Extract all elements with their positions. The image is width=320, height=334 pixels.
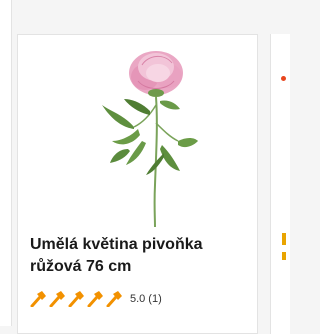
product-title[interactable]: Umělá květina pivoňka růžová 76 cm — [30, 234, 250, 278]
hammer-icon — [49, 291, 65, 307]
next-card-partial-marker — [281, 76, 286, 81]
product-title-line-2[interactable]: růžová 76 cm — [30, 258, 131, 275]
product-card[interactable]: Umělá květina pivoňka růžová 76 cm 5.0 (… — [17, 34, 258, 334]
next-product-card-edge[interactable] — [270, 34, 290, 334]
next-card-partial-title — [282, 233, 286, 245]
next-card-partial-rating — [282, 252, 286, 260]
product-rating[interactable]: 5.0 (1) — [30, 291, 162, 307]
product-image[interactable] — [98, 45, 198, 227]
rating-value: 5.0 — [130, 293, 146, 305]
hammer-icon — [68, 291, 84, 307]
previous-product-card-edge[interactable] — [0, 0, 12, 326]
hammer-icon — [106, 291, 122, 307]
product-title-line-1[interactable]: Umělá květina pivoňka — [30, 236, 203, 253]
hammer-icon — [87, 291, 103, 307]
rating-count[interactable]: (1) — [148, 293, 161, 305]
hammer-icon — [30, 291, 46, 307]
